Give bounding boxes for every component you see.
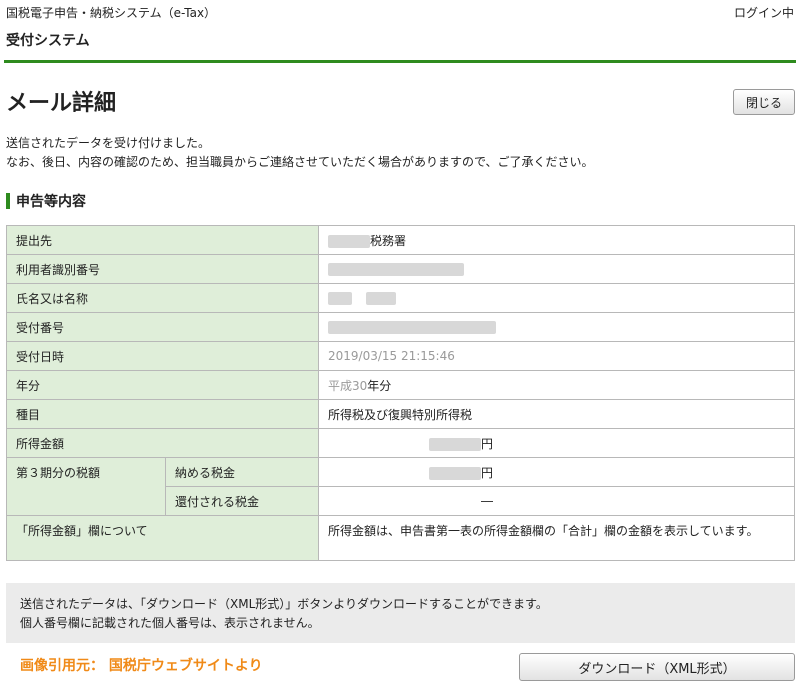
tax-refund-label: 還付される税金 xyxy=(165,486,319,516)
section-heading: 申告等内容 xyxy=(6,191,86,210)
table-row: 種目 所得税及び復興特別所得税 xyxy=(6,399,795,429)
table-row: 提出先 税務署 xyxy=(6,225,795,255)
user-id-value xyxy=(318,254,795,284)
tax-type-label: 種目 xyxy=(6,399,319,429)
receipt-datetime-label: 受付日時 xyxy=(6,341,319,371)
tax-type-value: 所得税及び復興特別所得税 xyxy=(318,399,795,429)
third-term-tax-label: 第３期分の税額 xyxy=(6,457,166,516)
page-title: メール詳細 xyxy=(6,91,117,116)
redacted-tax-payable xyxy=(428,466,481,480)
submit-to-value: 税務署 xyxy=(318,225,795,255)
table-row: 利用者識別番号 xyxy=(6,254,795,284)
header-divider xyxy=(4,60,796,63)
redacted-office-name xyxy=(328,234,370,248)
login-status: ログイン中 xyxy=(733,6,794,20)
subsystem-title: 受付システム xyxy=(6,33,90,49)
table-row: 「所得金額」欄について 所得金額は、申告書第一表の所得金額欄の「合計」欄の金額を… xyxy=(6,515,795,561)
table-row: 年分 平成30年分 xyxy=(6,370,795,400)
name-value xyxy=(318,283,795,313)
tax-refund-value: ― xyxy=(318,486,795,516)
name-label: 氏名又は名称 xyxy=(6,283,319,313)
redacted-income-amount xyxy=(428,437,481,451)
redacted-user-id xyxy=(328,263,464,276)
tax-payable-label: 納める税金 xyxy=(165,457,319,487)
received-message: 送信されたデータを受け付けました。 なお、後日、内容の確認のため、担当職員からご… xyxy=(6,134,594,172)
table-row: 氏名又は名称 xyxy=(6,283,795,313)
redacted-given-name xyxy=(365,292,396,305)
section-marker xyxy=(6,193,10,209)
year-number: 30 xyxy=(352,378,368,393)
submit-to-suffix: 税務署 xyxy=(370,233,407,248)
system-name: 国税電子申告・納税システム（e-Tax） xyxy=(6,6,217,20)
section-title: 申告等内容 xyxy=(16,194,86,210)
top-bar: 国税電子申告・納税システム（e-Tax） ログイン中 xyxy=(6,4,794,20)
income-note-label: 「所得金額」欄について xyxy=(6,515,319,561)
year-era: 平成 xyxy=(328,378,353,393)
download-xml-button[interactable]: ダウンロード（XML形式） xyxy=(519,653,795,681)
download-info-line-2: 個人番号欄に記載された個人番号は、表示されません。 xyxy=(20,616,320,630)
yen-unit: 円 xyxy=(480,465,493,480)
table-row: 受付番号 xyxy=(6,312,795,342)
receipt-number-value xyxy=(318,312,795,342)
redacted-surname xyxy=(328,292,352,305)
message-line-2: なお、後日、内容の確認のため、担当職員からご連絡させていただく場合がありますので… xyxy=(6,155,594,169)
receipt-datetime-value: 2019/03/15 21:15:46 xyxy=(318,341,795,371)
message-line-1: 送信されたデータを受け付けました。 xyxy=(6,136,211,150)
income-amount-value: 円 xyxy=(318,428,795,458)
close-button[interactable]: 閉じる xyxy=(733,89,795,115)
income-note-value: 所得金額は、申告書第一表の所得金額欄の「合計」欄の金額を表示しています。 xyxy=(318,515,795,561)
image-credit: 画像引用元： 国税庁ウェブサイトより xyxy=(20,658,263,674)
user-id-label: 利用者識別番号 xyxy=(6,254,319,284)
tax-refund-dash: ― xyxy=(481,494,493,508)
income-note-text: 所得金額は、申告書第一表の所得金額欄の「合計」欄の金額を表示しています。 xyxy=(328,524,759,538)
year-suffix: 年分 xyxy=(367,378,392,393)
download-info-line-1: 送信されたデータは、「ダウンロード（XML形式）」ボタンよりダウンロードすること… xyxy=(20,597,548,611)
table-row: 受付日時 2019/03/15 21:15:46 xyxy=(6,341,795,371)
receipt-number-label: 受付番号 xyxy=(6,312,319,342)
declaration-details-table: 提出先 税務署 利用者識別番号 氏名又は名称 受付番号 受付日時 2019/03… xyxy=(6,225,795,561)
table-row: 第３期分の税額 納める税金 円 xyxy=(6,457,795,516)
submit-to-label: 提出先 xyxy=(6,225,319,255)
table-row: 所得金額 円 xyxy=(6,428,795,458)
redacted-receipt-number xyxy=(328,321,496,334)
year-label: 年分 xyxy=(6,370,319,400)
download-info-box: 送信されたデータは、「ダウンロード（XML形式）」ボタンよりダウンロードすること… xyxy=(6,583,795,643)
year-value: 平成30年分 xyxy=(318,370,795,400)
yen-unit: 円 xyxy=(480,436,493,451)
tax-payable-value: 円 xyxy=(318,457,795,487)
income-amount-label: 所得金額 xyxy=(6,428,319,458)
